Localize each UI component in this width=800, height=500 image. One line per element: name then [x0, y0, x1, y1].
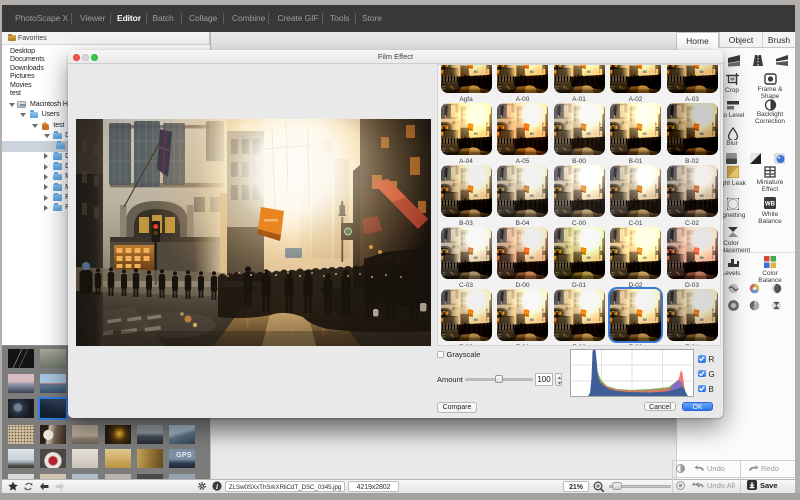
svg-text:WB: WB	[765, 202, 776, 208]
